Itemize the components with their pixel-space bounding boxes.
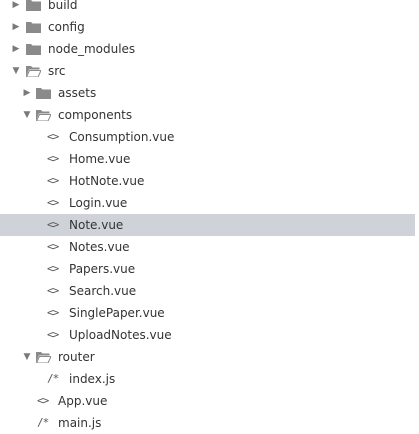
vue-file-icon: <> bbox=[47, 218, 59, 231]
tree-item-file[interactable]: <> SinglePaper.vue bbox=[0, 302, 419, 324]
tree-item-label: Search.vue bbox=[69, 284, 137, 298]
chevron-right-icon[interactable]: ▶ bbox=[22, 82, 32, 104]
tree-item-label: index.js bbox=[69, 372, 116, 386]
tree-item-label: build bbox=[48, 0, 78, 12]
tree-item-label: SinglePaper.vue bbox=[69, 306, 165, 320]
folder-closed-icon bbox=[26, 22, 41, 33]
file-explorer-tree: ▶ build ▶ config ▶ node_modules ▼ src ▶ bbox=[0, 0, 419, 434]
tree-item-label: UploadNotes.vue bbox=[69, 328, 172, 342]
chevron-right-icon[interactable]: ▶ bbox=[11, 0, 21, 16]
chevron-down-icon[interactable]: ▼ bbox=[22, 346, 32, 368]
chevron-right-icon[interactable]: ▶ bbox=[11, 16, 21, 38]
tree-item-label: Notes.vue bbox=[69, 240, 130, 254]
vue-file-icon: <> bbox=[47, 174, 59, 187]
tree-item-file[interactable]: <> Home.vue bbox=[0, 148, 419, 170]
tree-item-assets[interactable]: ▶ assets bbox=[0, 82, 419, 104]
tree-item-node-modules[interactable]: ▶ node_modules bbox=[0, 38, 419, 60]
chevron-down-icon[interactable]: ▼ bbox=[22, 104, 32, 126]
tree-item-label: config bbox=[48, 20, 85, 34]
tree-item-label: Consumption.vue bbox=[69, 130, 175, 144]
folder-closed-icon bbox=[26, 0, 41, 11]
tree-item-file[interactable]: <> Consumption.vue bbox=[0, 126, 419, 148]
tree-item-file[interactable]: <> Login.vue bbox=[0, 192, 419, 214]
vue-file-icon: <> bbox=[47, 152, 59, 165]
tree-item-label: Home.vue bbox=[69, 152, 131, 166]
tree-item-label: Note.vue bbox=[69, 218, 124, 232]
tree-item-label: components bbox=[58, 108, 133, 122]
folder-open-icon bbox=[36, 352, 51, 363]
chevron-down-icon[interactable]: ▼ bbox=[11, 60, 21, 82]
tree-item-label: HotNote.vue bbox=[69, 174, 145, 188]
tree-item-file[interactable]: <> HotNote.vue bbox=[0, 170, 419, 192]
vue-file-icon: <> bbox=[47, 306, 59, 319]
tree-item-components[interactable]: ▼ components bbox=[0, 104, 419, 126]
tree-item-file[interactable]: <> Papers.vue bbox=[0, 258, 419, 280]
vue-file-icon: <> bbox=[47, 328, 59, 341]
tree-item-label: Login.vue bbox=[69, 196, 128, 210]
vue-file-icon: <> bbox=[47, 130, 59, 143]
folder-open-icon bbox=[26, 66, 41, 77]
folder-closed-icon bbox=[36, 88, 51, 99]
tree-item-label: App.vue bbox=[58, 394, 108, 408]
tree-item-label: router bbox=[58, 350, 95, 364]
vue-file-icon: <> bbox=[37, 394, 49, 407]
vue-file-icon: <> bbox=[47, 284, 59, 297]
tree-item-label: node_modules bbox=[48, 42, 136, 56]
chevron-right-icon[interactable]: ▶ bbox=[11, 38, 21, 60]
tree-item-label: src bbox=[48, 64, 66, 78]
tree-item-file[interactable]: <> Search.vue bbox=[0, 280, 419, 302]
tree-item-file[interactable]: /* index.js bbox=[0, 368, 419, 390]
tree-item-label: assets bbox=[58, 86, 97, 100]
js-file-icon: /* bbox=[47, 372, 59, 385]
folder-open-icon bbox=[36, 110, 51, 121]
tree-item-file[interactable]: <> Notes.vue bbox=[0, 236, 419, 258]
tree-item-build[interactable]: ▶ build bbox=[0, 0, 419, 16]
tree-item-file-selected[interactable]: <> Note.vue bbox=[0, 214, 415, 236]
vue-file-icon: <> bbox=[47, 262, 59, 275]
vue-file-icon: <> bbox=[47, 240, 59, 253]
tree-item-router[interactable]: ▼ router bbox=[0, 346, 419, 368]
folder-closed-icon bbox=[26, 44, 41, 55]
tree-item-file[interactable]: <> UploadNotes.vue bbox=[0, 324, 419, 346]
tree-item-label: Papers.vue bbox=[69, 262, 136, 276]
tree-item-file[interactable]: <> App.vue bbox=[0, 390, 419, 412]
tree-item-config[interactable]: ▶ config bbox=[0, 16, 419, 38]
vue-file-icon: <> bbox=[47, 196, 59, 209]
tree-item-src[interactable]: ▼ src bbox=[0, 60, 419, 82]
